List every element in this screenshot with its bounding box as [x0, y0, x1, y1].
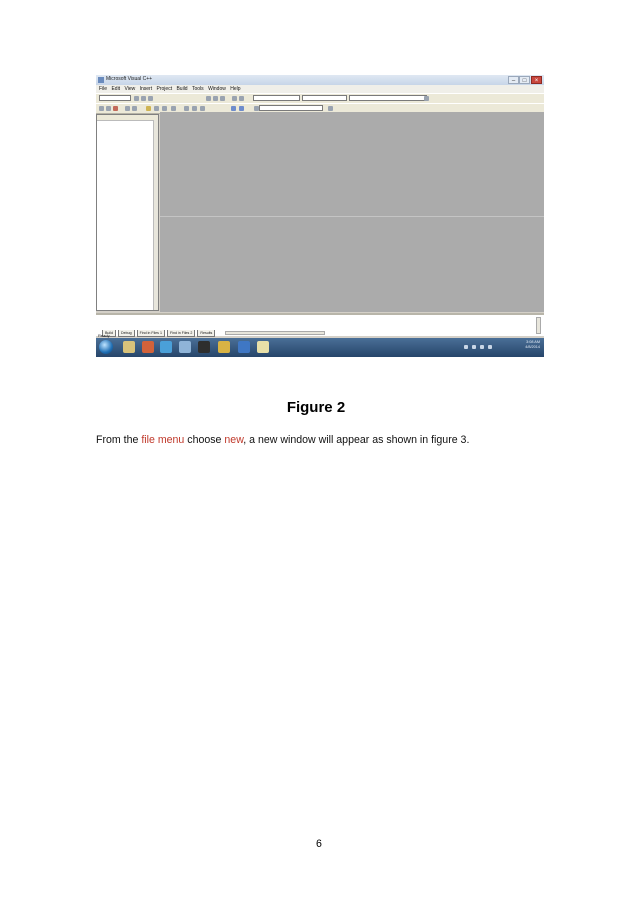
redo-icon[interactable]: [239, 96, 244, 101]
close-button[interactable]: ×: [531, 76, 542, 84]
menu-bar: File Edit View Insert Project Build Tool…: [96, 85, 544, 93]
menu-project[interactable]: Project: [157, 85, 173, 93]
window-title: Microsoft Visual C++: [106, 76, 153, 82]
media-icon[interactable]: [142, 341, 154, 353]
figure-caption-text: Figure 2: [286, 399, 346, 416]
tray-volume-icon[interactable]: [480, 345, 484, 349]
members-combo[interactable]: [302, 95, 347, 101]
execute-icon[interactable]: [125, 106, 130, 111]
window-list-icon[interactable]: [162, 106, 167, 111]
find-icon[interactable]: [328, 106, 333, 111]
indent-icon[interactable]: [192, 106, 197, 111]
output-horizontal-scrollbar[interactable]: [225, 331, 325, 335]
taskbar: 3:08 AM 4/8/2014: [96, 338, 544, 357]
function-combo[interactable]: [349, 95, 427, 101]
menu-view[interactable]: View: [124, 85, 135, 93]
body-paragraph: From the file menu choose new, a new win…: [96, 434, 469, 446]
file-menu-highlight: file menu: [141, 434, 185, 446]
menu-build[interactable]: Build: [176, 85, 187, 93]
menu-window[interactable]: Window: [208, 85, 226, 93]
workspace-scrollbar[interactable]: [153, 120, 158, 310]
outdent-icon[interactable]: [200, 106, 205, 111]
paragraph-text-3: , a new window will appear as shown in f…: [243, 434, 470, 446]
wizard-icon[interactable]: [424, 96, 429, 101]
editor-area[interactable]: [160, 112, 544, 312]
ide-screenshot: Microsoft Visual C++ – □ × File Edit Vie…: [96, 75, 544, 357]
figure-caption: Figure 2: [0, 399, 638, 416]
tab-debug[interactable]: Debug: [118, 330, 135, 337]
copy-icon[interactable]: [213, 96, 218, 101]
tray-clock[interactable]: 3:08 AM 4/8/2014: [525, 340, 540, 350]
class-combo[interactable]: [253, 95, 300, 101]
maximize-button[interactable]: □: [519, 76, 530, 84]
tray-network-icon[interactable]: [472, 345, 476, 349]
output-tabs: Build Debug Find in Files 1 Find in File…: [102, 330, 216, 337]
folder-icon[interactable]: [179, 341, 191, 353]
star-icon[interactable]: [218, 341, 230, 353]
output-pane: Build Debug Find in Files 1 Find in File…: [96, 313, 544, 337]
menu-file[interactable]: File: [99, 85, 107, 93]
browser-icon[interactable]: [160, 341, 172, 353]
menu-tools[interactable]: Tools: [192, 85, 204, 93]
paste-icon[interactable]: [220, 96, 225, 101]
page-number: 6: [316, 838, 322, 850]
stop-build-icon[interactable]: [113, 106, 118, 111]
window-titlebar: Microsoft Visual C++ – □ ×: [96, 75, 544, 85]
explorer-icon[interactable]: [123, 341, 135, 353]
tray-power-icon[interactable]: [488, 345, 492, 349]
menu-insert[interactable]: Insert: [140, 85, 153, 93]
find-in-files-icon[interactable]: [171, 106, 176, 111]
build-icon[interactable]: [106, 106, 111, 111]
film-icon[interactable]: [198, 341, 210, 353]
minimize-button[interactable]: –: [508, 76, 519, 84]
cut-icon[interactable]: [206, 96, 211, 101]
paragraph-text-2: choose: [184, 434, 225, 446]
tray-date: 4/8/2014: [525, 345, 540, 349]
compile-icon[interactable]: [99, 106, 104, 111]
menu-help[interactable]: Help: [230, 85, 240, 93]
notepad-icon[interactable]: [257, 341, 269, 353]
app-icon: [98, 77, 104, 83]
editor-divider: [160, 216, 544, 217]
file-view-icon[interactable]: [239, 106, 244, 111]
document-page: Microsoft Visual C++ – □ × File Edit Vie…: [0, 0, 638, 903]
undo-icon[interactable]: [232, 96, 237, 101]
save-icon[interactable]: [148, 96, 153, 101]
workspace-pane-header: [97, 115, 158, 121]
output-icon[interactable]: [154, 106, 159, 111]
output-scrollbar[interactable]: [536, 317, 541, 334]
bookmark-icon[interactable]: [184, 106, 189, 111]
class-view-icon[interactable]: [231, 106, 236, 111]
tab-find-in-files-2[interactable]: Find in Files 2: [166, 330, 196, 337]
tab-find-in-files-1[interactable]: Find in Files 1: [136, 330, 165, 337]
find-combo[interactable]: [259, 105, 323, 111]
new-file-icon[interactable]: [134, 96, 139, 101]
new-highlight: new: [224, 434, 244, 446]
combo-box[interactable]: [99, 95, 131, 101]
tab-results[interactable]: Results: [197, 330, 216, 337]
menu-edit[interactable]: Edit: [111, 85, 120, 93]
tray-flag-icon[interactable]: [464, 345, 468, 349]
visual-cpp-icon[interactable]: [238, 341, 250, 353]
workspace-icon[interactable]: [146, 106, 151, 111]
go-icon[interactable]: [132, 106, 137, 111]
open-icon[interactable]: [141, 96, 146, 101]
start-button-icon[interactable]: [99, 340, 113, 354]
paragraph-text-1: From the: [96, 434, 142, 446]
workspace-pane: [96, 114, 159, 311]
